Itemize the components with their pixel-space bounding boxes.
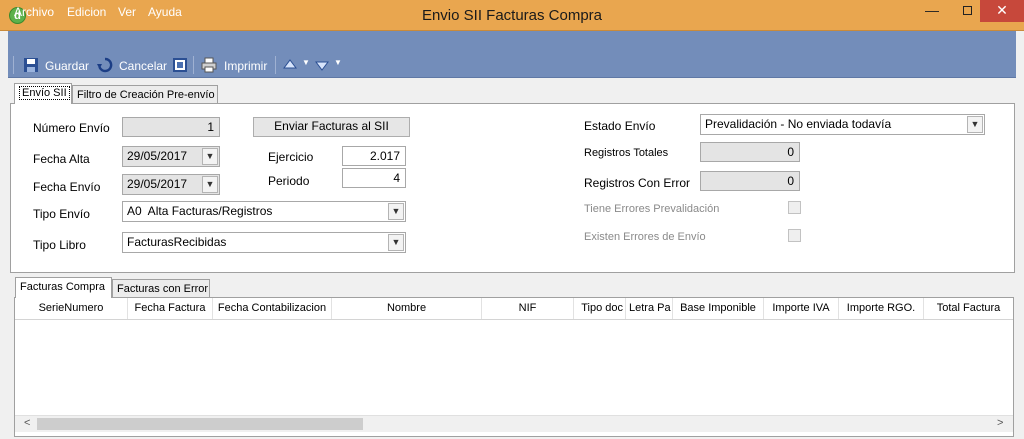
estado-envio-select[interactable]: Prevalidación - No enviada todavía ▼ <box>700 114 985 135</box>
periodo-field[interactable]: 4 <box>342 168 406 188</box>
tab-filtro-creacion[interactable]: Filtro de Creación Pre-envío <box>72 85 218 104</box>
column-header-importe-rgo[interactable]: Importe RGO. <box>839 298 924 319</box>
tiene-errores-checkbox[interactable] <box>788 201 801 214</box>
cancel-button[interactable]: Cancelar <box>119 59 167 73</box>
tipo-libro-select[interactable]: FacturasRecibidas ▼ <box>122 232 406 253</box>
menu-ayuda[interactable]: Ayuda <box>148 5 182 19</box>
column-header-serie[interactable]: SerieNumero <box>15 298 128 319</box>
enviar-facturas-button[interactable]: Enviar Facturas al SII <box>253 117 410 137</box>
chevron-down-icon[interactable]: ▼ <box>388 234 404 251</box>
column-header-fecha-factura[interactable]: Fecha Factura <box>128 298 213 319</box>
ejercicio-label: Ejercicio <box>268 150 314 164</box>
chevron-down-icon[interactable]: ▼ <box>302 58 310 67</box>
chevron-down-icon[interactable]: ▼ <box>388 203 404 220</box>
chevron-down-icon[interactable]: ▼ <box>202 148 218 165</box>
column-header-nombre[interactable]: Nombre <box>332 298 482 319</box>
periodo-label: Periodo <box>268 174 310 188</box>
horizontal-scrollbar[interactable]: < > <box>15 415 1013 432</box>
numero-envio-field[interactable]: 1 <box>122 117 220 137</box>
menu-archivo[interactable]: Archivo <box>14 5 54 19</box>
menu-ver[interactable]: Ver <box>118 5 136 19</box>
facturas-grid: SerieNumero Fecha Factura Fecha Contabil… <box>14 297 1014 437</box>
tab-facturas-error[interactable]: Facturas con Error <box>112 279 210 298</box>
save-icon[interactable] <box>23 57 39 73</box>
tab-envio-sii[interactable]: Envío SII <box>14 83 72 104</box>
minimize-button[interactable]: — <box>910 0 954 22</box>
maximize-icon <box>962 6 972 15</box>
fecha-alta-value: 29/05/2017 <box>127 149 188 163</box>
toolbar-separator <box>275 56 276 74</box>
export-icon[interactable] <box>172 57 188 73</box>
chevron-down-icon[interactable]: ▼ <box>202 176 218 193</box>
scroll-right-icon[interactable]: > <box>997 417 1003 429</box>
tab-facturas-compra[interactable]: Facturas Compra <box>15 277 112 298</box>
tiene-errores-label: Tiene Errores Prevalidación <box>584 203 720 215</box>
menu-bar <box>8 31 1016 53</box>
estado-envio-label: Estado Envío <box>584 119 656 133</box>
undo-icon[interactable] <box>97 57 113 73</box>
registros-totales-field: 0 <box>700 142 800 162</box>
column-header-fecha-contabilizacion[interactable]: Fecha Contabilizacion <box>213 298 332 319</box>
menu-edicion[interactable]: Edicion <box>67 5 106 19</box>
tipo-libro-label: Tipo Libro <box>33 238 86 252</box>
tipo-envio-value: A0 Alta Facturas/Registros <box>127 204 273 218</box>
fecha-alta-label: Fecha Alta <box>33 152 90 166</box>
existen-errores-label: Existen Errores de Envío <box>584 231 706 243</box>
arrow-down-icon[interactable] <box>315 58 329 72</box>
maximize-button[interactable] <box>954 0 980 22</box>
numero-envio-label: Número Envío <box>33 121 110 135</box>
column-header-total-factura[interactable]: Total Factura <box>924 298 1013 319</box>
column-header-tipo-doc[interactable]: Tipo doc <box>574 298 626 319</box>
chevron-down-icon[interactable]: ▼ <box>334 58 342 67</box>
fecha-alta-picker[interactable]: 29/05/2017 ▼ <box>122 146 220 167</box>
fecha-envio-picker[interactable]: 29/05/2017 ▼ <box>122 174 220 195</box>
scroll-left-icon[interactable]: < <box>24 417 30 429</box>
close-button[interactable]: ✕ <box>980 0 1024 22</box>
fecha-envio-label: Fecha Envío <box>33 180 101 194</box>
tipo-libro-value: FacturasRecibidas <box>127 235 227 249</box>
arrow-up-icon[interactable] <box>283 58 297 72</box>
tab-label: Envío SII <box>19 86 70 100</box>
print-button[interactable]: Imprimir <box>224 59 267 73</box>
toolbar-grip <box>13 56 14 74</box>
column-header-nif[interactable]: NIF <box>482 298 574 319</box>
save-button[interactable]: Guardar <box>45 59 89 73</box>
existen-errores-checkbox[interactable] <box>788 229 801 242</box>
toolbar-separator <box>193 56 194 74</box>
registros-error-label: Registros Con Error <box>584 176 691 190</box>
scroll-thumb[interactable] <box>37 418 363 430</box>
tipo-envio-label: Tipo Envío <box>33 207 90 221</box>
chevron-down-icon[interactable]: ▼ <box>967 116 983 133</box>
print-icon[interactable] <box>201 57 217 73</box>
grid-header: SerieNumero Fecha Factura Fecha Contabil… <box>15 298 1013 320</box>
ejercicio-field[interactable]: 2.017 <box>342 146 406 166</box>
fecha-envio-value: 29/05/2017 <box>127 177 188 191</box>
tipo-envio-select[interactable]: A0 Alta Facturas/Registros ▼ <box>122 201 406 222</box>
estado-envio-value: Prevalidación - No enviada todavía <box>705 117 892 131</box>
registros-totales-label: Registros Totales <box>584 147 669 159</box>
column-header-importe-iva[interactable]: Importe IVA <box>764 298 839 319</box>
column-header-letra[interactable]: Letra Pa <box>626 298 673 319</box>
registros-error-field: 0 <box>700 171 800 191</box>
column-header-base-imponible[interactable]: Base Imponible <box>673 298 764 319</box>
